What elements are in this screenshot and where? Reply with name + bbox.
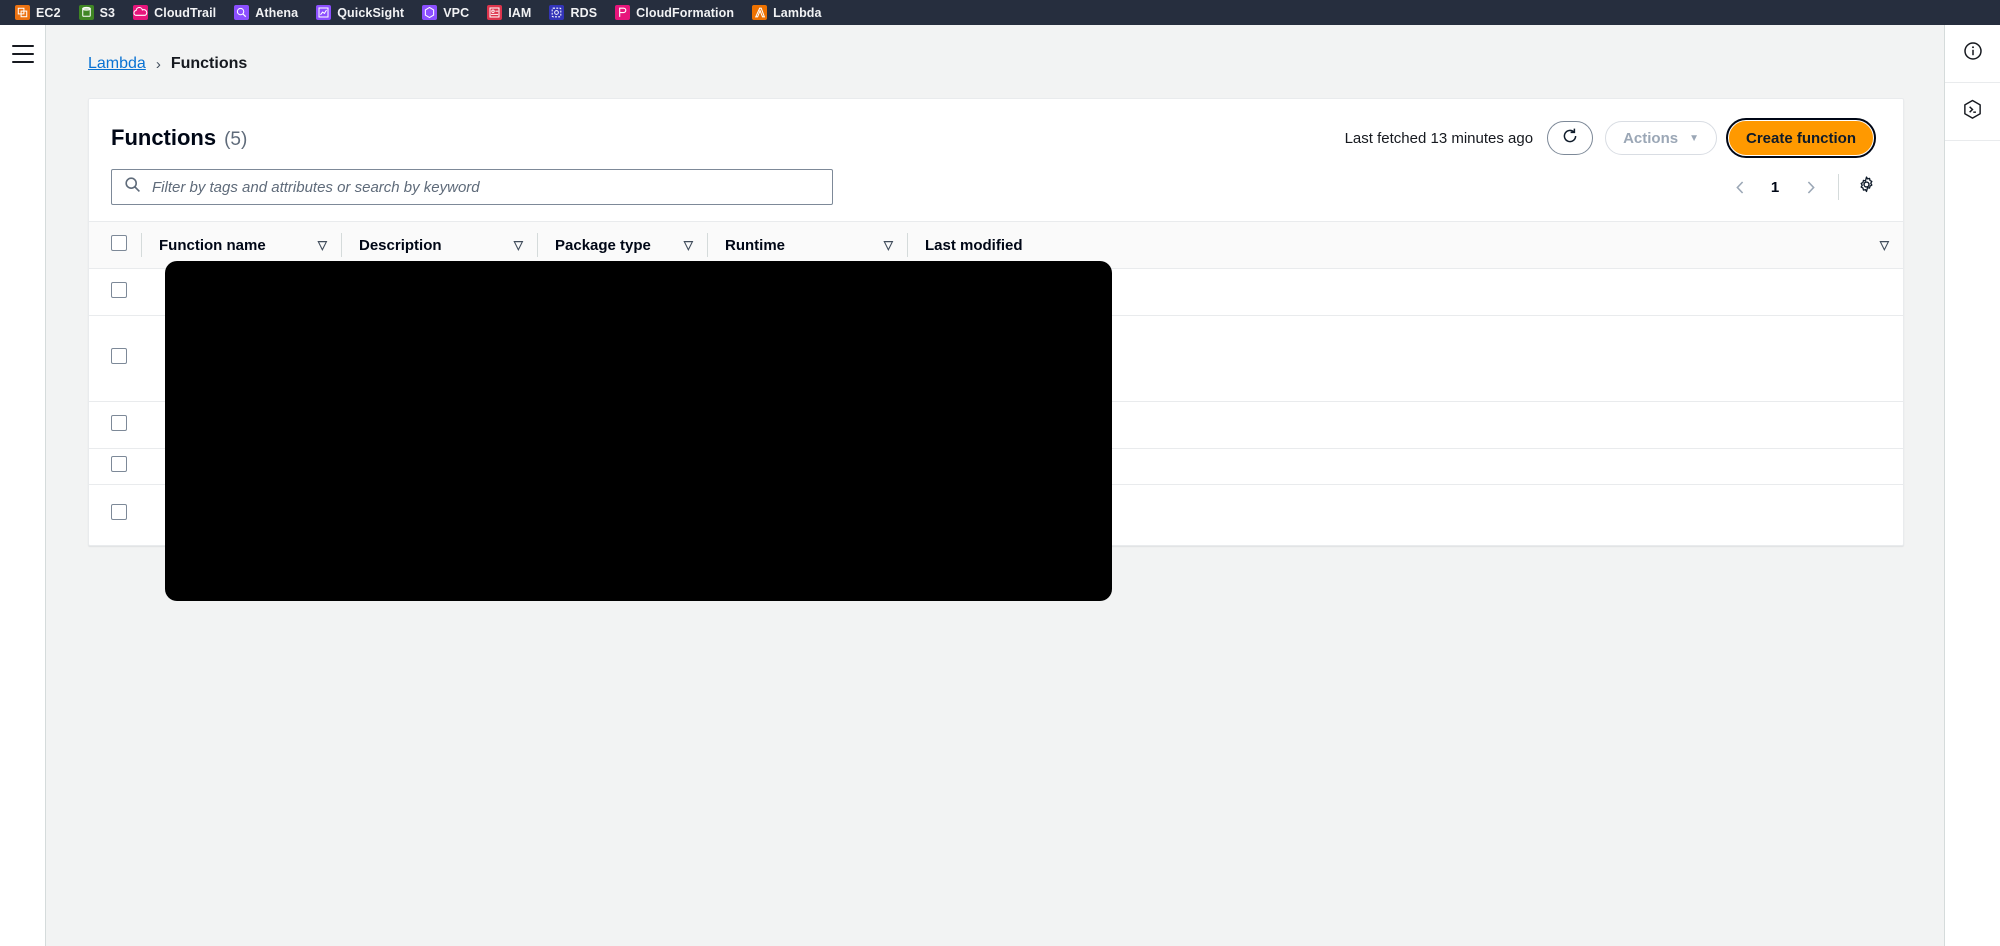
- quicksight-icon: [316, 5, 332, 20]
- bookmark-label: QuickSight: [337, 5, 405, 20]
- actions-label: Actions: [1623, 129, 1679, 147]
- create-function-button[interactable]: Create function: [1725, 118, 1877, 158]
- browser-bookmark-bar: EC2 S3 CloudTrail Athena QuickSight VPC: [0, 0, 2000, 25]
- cloudshell-icon: [1962, 99, 1983, 125]
- bookmark-label: S3: [99, 5, 116, 20]
- iam-icon: [487, 5, 503, 20]
- sort-icon[interactable]: ▽: [302, 238, 327, 252]
- info-panel-button[interactable]: [1944, 25, 2000, 83]
- column-label: Description: [359, 236, 442, 254]
- search-wrapper: [111, 169, 833, 205]
- main-content: Lambda › Functions Functions (5) Last fe…: [46, 25, 1944, 946]
- bookmark-vpc[interactable]: VPC: [413, 3, 478, 22]
- chevron-down-icon: ▼: [1689, 132, 1699, 144]
- bookmark-ec2[interactable]: EC2: [6, 3, 70, 22]
- bookmark-iam[interactable]: IAM: [478, 3, 540, 22]
- page-title-text: Functions: [111, 125, 217, 150]
- rds-icon: [549, 5, 565, 20]
- bookmark-label: EC2: [36, 5, 61, 20]
- row-checkbox[interactable]: [111, 281, 127, 298]
- breadcrumb-separator-icon: ›: [155, 55, 161, 73]
- console-app: Lambda › Functions Functions (5) Last fe…: [0, 25, 2000, 946]
- column-label: Function name: [159, 236, 266, 254]
- row-select-cell: [89, 485, 141, 545]
- breadcrumb-functions: Functions: [170, 55, 248, 72]
- refresh-icon: [1561, 127, 1579, 149]
- bookmark-s3[interactable]: S3: [70, 3, 125, 22]
- select-all-checkbox[interactable]: [111, 235, 127, 251]
- filter-row: 1: [89, 155, 1903, 221]
- page-title: Functions (5): [111, 125, 247, 151]
- table-preferences-button[interactable]: [1851, 172, 1881, 202]
- functions-count: (5): [224, 129, 248, 150]
- row-select-cell: [89, 401, 141, 449]
- refresh-button[interactable]: [1547, 121, 1594, 155]
- redaction-overlay: [165, 261, 1112, 601]
- bookmark-label: RDS: [570, 5, 598, 20]
- pagination: 1: [1724, 171, 1881, 203]
- breadcrumb-lambda[interactable]: Lambda: [88, 55, 146, 73]
- bookmark-lambda[interactable]: Lambda: [743, 3, 831, 22]
- row-checkbox[interactable]: [111, 414, 127, 431]
- actions-dropdown-button[interactable]: Actions ▼: [1605, 121, 1717, 155]
- right-utility-rail: [1944, 25, 2000, 946]
- bookmark-label: CloudTrail: [154, 5, 217, 20]
- sort-icon[interactable]: ▽: [868, 238, 893, 252]
- search-input[interactable]: [111, 169, 833, 205]
- athena-icon: [234, 5, 250, 20]
- cloudformation-icon: [615, 5, 631, 20]
- row-checkbox[interactable]: [111, 456, 127, 472]
- column-label: Runtime: [725, 236, 785, 254]
- card-header: Functions (5) Last fetched 13 minutes ag…: [89, 99, 1903, 158]
- row-select-cell: [89, 268, 141, 316]
- pagination-page-1[interactable]: 1: [1760, 171, 1790, 203]
- bookmark-label: Lambda: [773, 5, 822, 20]
- column-label: Last modified: [925, 236, 1023, 254]
- bookmark-cloudformation[interactable]: CloudFormation: [606, 3, 743, 22]
- bookmark-rds[interactable]: RDS: [540, 3, 606, 22]
- bookmark-label: CloudFormation: [636, 5, 735, 20]
- breadcrumb: Lambda › Functions: [46, 25, 1944, 73]
- row-select-cell: [89, 448, 141, 485]
- vpc-icon: [422, 5, 438, 20]
- bookmark-label: VPC: [443, 5, 470, 20]
- ec2-icon: [15, 5, 30, 20]
- sort-icon[interactable]: ▽: [498, 238, 523, 252]
- column-label: Package type: [555, 236, 651, 254]
- last-fetched-label: Last fetched 13 minutes ago: [1344, 129, 1534, 147]
- pagination-divider: [1838, 174, 1839, 200]
- pagination-next-button[interactable]: [1794, 171, 1826, 203]
- bookmark-quicksight[interactable]: QuickSight: [307, 3, 413, 22]
- s3-icon: [78, 5, 94, 20]
- lambda-icon: [752, 5, 768, 20]
- bookmark-label: Athena: [255, 5, 299, 20]
- pagination-prev-button[interactable]: [1724, 171, 1756, 203]
- gear-icon: [1857, 175, 1876, 199]
- bookmark-cloudtrail[interactable]: CloudTrail: [124, 3, 225, 22]
- cloudshell-button[interactable]: [1944, 83, 2000, 141]
- bookmark-label: IAM: [508, 5, 532, 20]
- left-nav-rail: [0, 25, 46, 946]
- row-checkbox[interactable]: [111, 348, 127, 364]
- row-checkbox[interactable]: [111, 504, 127, 521]
- sort-icon[interactable]: ▽: [668, 238, 693, 252]
- bookmark-athena[interactable]: Athena: [225, 3, 307, 22]
- sort-icon[interactable]: ▽: [1864, 238, 1889, 252]
- select-all-header: [89, 221, 141, 269]
- hamburger-menu-icon[interactable]: [11, 45, 34, 63]
- cloudtrail-icon: [133, 5, 149, 20]
- info-icon: [1963, 41, 1983, 66]
- row-select-cell: [89, 315, 141, 402]
- header-actions: Last fetched 13 minutes ago Actions ▼ Cr…: [1344, 118, 1877, 158]
